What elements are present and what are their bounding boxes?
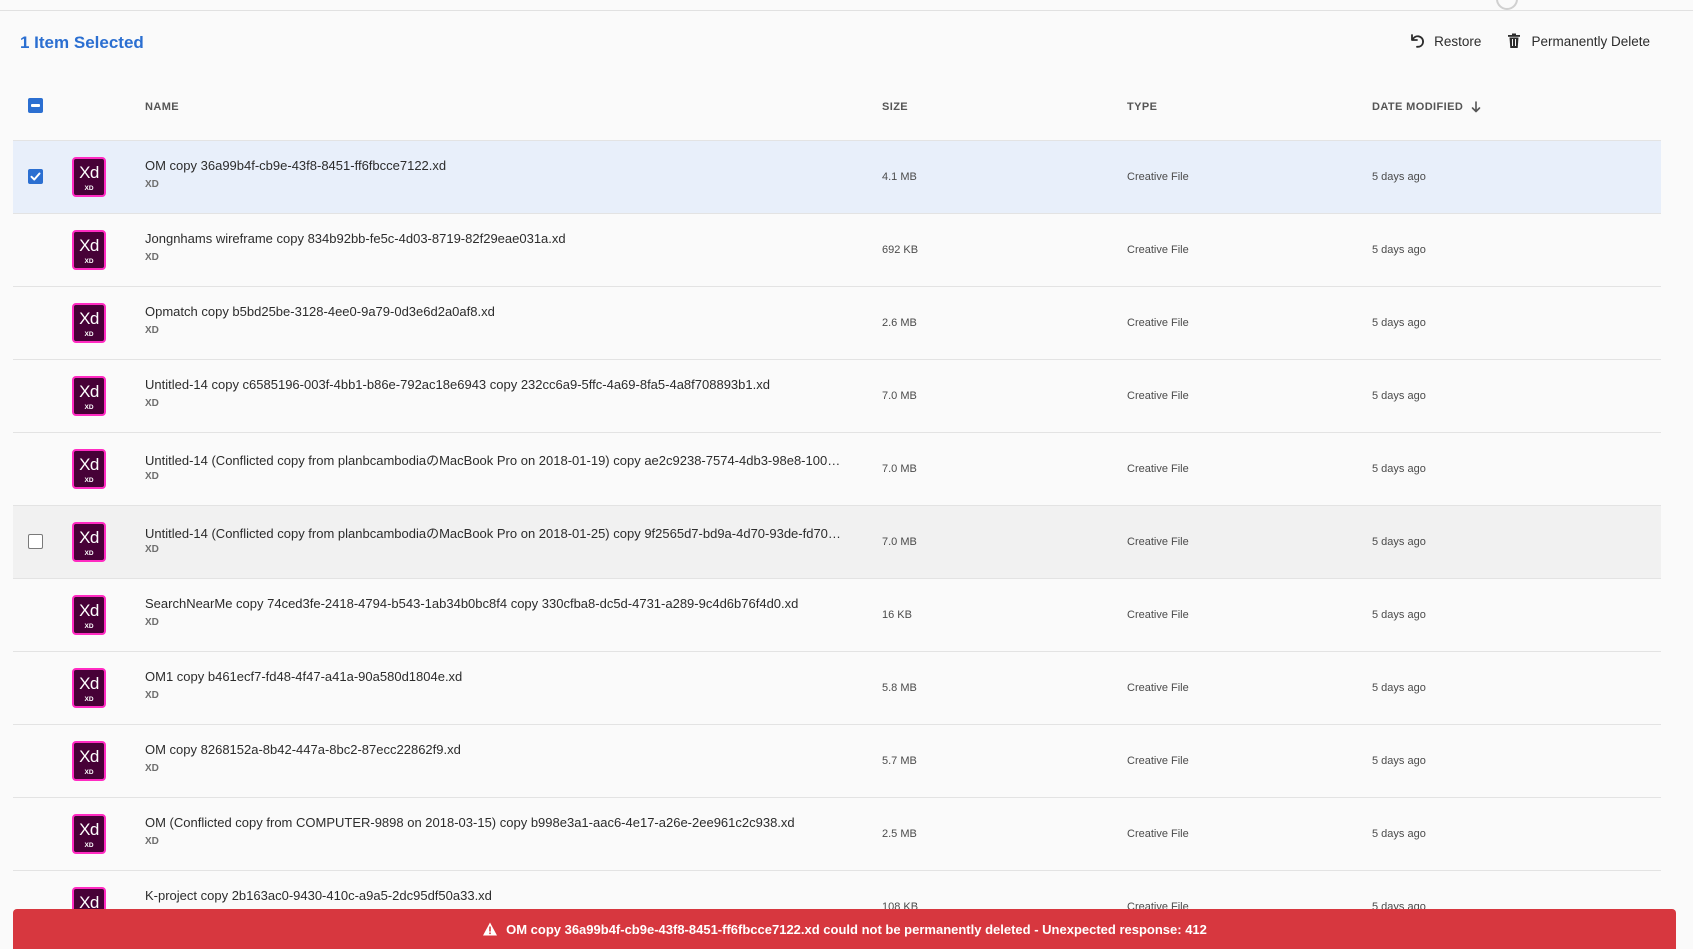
column-header-name[interactable]: NAME: [145, 101, 179, 113]
file-name[interactable]: Jongnhams wireframe copy 834b92bb-fe5c-4…: [145, 231, 566, 246]
table-body: Xd XD OM copy 36a99b4f-cb9e-43f8-8451-ff6f…: [13, 140, 1661, 943]
adobe-xd-icon: XdXD: [72, 522, 106, 562]
files-table: NAME SIZE TYPE DATE MODIFIED Xd XD OM copy…: [13, 84, 1661, 943]
file-size: 2.6 MB: [882, 317, 917, 329]
file-date-modified: 5 days ago: [1372, 755, 1426, 767]
file-size: 7.0 MB: [882, 463, 917, 475]
file-extension: XD: [145, 544, 159, 555]
file-size: 4.1 MB: [882, 171, 917, 183]
file-size: 2.5 MB: [882, 828, 917, 840]
selection-action-bar: 1 Item Selected Restore Permanently Dele…: [20, 30, 1650, 58]
file-date-modified: 5 days ago: [1372, 463, 1426, 475]
error-toast-message: OM copy 36a99b4f-cb9e-43f8-8451-ff6fbcce…: [506, 921, 1207, 937]
adobe-xd-icon: XdXD: [72, 449, 106, 489]
file-name[interactable]: OM1 copy b461ecf7-fd48-4f47-a41a-90a580d…: [145, 669, 462, 684]
table-row[interactable]: Xd XD Opmatch copy b5bd25be-3128-4ee0-9a79…: [13, 286, 1661, 359]
trash-icon: [1508, 33, 1521, 48]
file-type: Creative File: [1127, 463, 1189, 475]
selection-count-title: 1 Item Selected: [20, 33, 144, 52]
error-toast: OM copy 36a99b4f-cb9e-43f8-8451-ff6fbcce…: [13, 909, 1676, 949]
file-size: 7.0 MB: [882, 536, 917, 548]
file-size: 5.8 MB: [882, 682, 917, 694]
file-name[interactable]: OM copy 36a99b4f-cb9e-43f8-8451-ff6fbcce…: [145, 158, 446, 173]
file-date-modified: 5 days ago: [1372, 828, 1426, 840]
file-size: 692 KB: [882, 244, 919, 256]
row-checkbox[interactable]: [28, 534, 43, 549]
bulk-actions: Restore Permanently Delete: [1408, 32, 1650, 50]
file-date-modified: 5 days ago: [1372, 244, 1426, 256]
file-name[interactable]: Untitled-14 (Conflicted copy from planbc…: [145, 450, 845, 469]
avatar[interactable]: [1496, 0, 1518, 10]
file-date-modified: 5 days ago: [1372, 317, 1426, 329]
restore-button[interactable]: Restore: [1408, 32, 1481, 50]
file-type: Creative File: [1127, 536, 1189, 548]
table-row[interactable]: Xd XD Jongnhams wireframe copy 834b92bb-fe…: [13, 213, 1661, 286]
file-extension: XD: [145, 179, 159, 190]
select-all-checkbox[interactable]: [28, 98, 43, 113]
file-name[interactable]: Untitled-14 (Conflicted copy from planbc…: [145, 523, 845, 542]
file-size: 5.7 MB: [882, 755, 917, 767]
file-type: Creative File: [1127, 317, 1189, 329]
table-row[interactable]: Xd XD OM (Conflicted copy from COMPUTER-98…: [13, 797, 1661, 870]
adobe-xd-icon: XdXD: [72, 303, 106, 343]
column-header-date-modified[interactable]: DATE MODIFIED: [1372, 101, 1481, 113]
table-row[interactable]: Xd XD OM copy 8268152a-8b42-447a-8bc2-87ec…: [13, 724, 1661, 797]
file-date-modified: 5 days ago: [1372, 390, 1426, 402]
table-row[interactable]: Xd XD SearchNearMe copy 74ced3fe-2418-4794…: [13, 578, 1661, 651]
file-type: Creative File: [1127, 828, 1189, 840]
file-type: Creative File: [1127, 682, 1189, 694]
file-name[interactable]: OM copy 8268152a-8b42-447a-8bc2-87ecc228…: [145, 742, 461, 757]
adobe-xd-icon: XdXD: [72, 668, 106, 708]
adobe-xd-icon: XdXD: [72, 814, 106, 854]
restore-label: Restore: [1434, 33, 1482, 49]
file-name[interactable]: Untitled-14 copy c6585196-003f-4bb1-b86e…: [145, 377, 770, 392]
adobe-xd-icon: XdXD: [72, 376, 106, 416]
file-extension: XD: [145, 325, 159, 336]
file-type: Creative File: [1127, 244, 1189, 256]
adobe-xd-icon: XdXD: [72, 595, 106, 635]
file-name[interactable]: SearchNearMe copy 74ced3fe-2418-4794-b54…: [145, 596, 798, 611]
file-size: 7.0 MB: [882, 390, 917, 402]
file-name[interactable]: OM (Conflicted copy from COMPUTER-9898 o…: [145, 815, 795, 830]
sort-descending-arrow-icon: [1471, 101, 1481, 113]
file-extension: XD: [145, 252, 159, 263]
file-extension: XD: [145, 690, 159, 701]
file-type: Creative File: [1127, 390, 1189, 402]
file-type: Creative File: [1127, 609, 1189, 621]
table-row[interactable]: Xd XD Untitled-14 (Conflicted copy from pl…: [13, 432, 1661, 505]
undo-icon: [1411, 34, 1425, 48]
file-size: 16 KB: [882, 609, 912, 621]
table-row[interactable]: Xd XD OM copy 36a99b4f-cb9e-43f8-8451-ff6f…: [13, 140, 1661, 213]
adobe-xd-icon: XdXD: [72, 230, 106, 270]
table-row[interactable]: Xd XD OM1 copy b461ecf7-fd48-4f47-a41a-90a…: [13, 651, 1661, 724]
adobe-xd-icon: XdXD: [72, 157, 106, 197]
column-header-size[interactable]: SIZE: [882, 101, 908, 113]
warning-icon: [483, 922, 498, 936]
top-toolbar-edge: [0, 0, 1693, 11]
file-type: Creative File: [1127, 755, 1189, 767]
file-type: Creative File: [1127, 171, 1189, 183]
file-name[interactable]: K-project copy 2b163ac0-9430-410c-a9a5-2…: [145, 888, 492, 903]
table-row[interactable]: Xd XD Untitled-14 (Conflicted copy from pl…: [13, 505, 1661, 578]
file-date-modified: 5 days ago: [1372, 536, 1426, 548]
file-name[interactable]: Opmatch copy b5bd25be-3128-4ee0-9a79-0d3…: [145, 304, 495, 319]
permanently-delete-label: Permanently Delete: [1531, 33, 1650, 49]
column-header-type[interactable]: TYPE: [1127, 101, 1157, 113]
file-extension: XD: [145, 763, 159, 774]
file-extension: XD: [145, 471, 159, 482]
file-extension: XD: [145, 617, 159, 628]
table-header: NAME SIZE TYPE DATE MODIFIED: [13, 84, 1661, 140]
row-checkbox[interactable]: [28, 169, 43, 184]
file-date-modified: 5 days ago: [1372, 682, 1426, 694]
adobe-xd-icon: XdXD: [72, 741, 106, 781]
file-date-modified: 5 days ago: [1372, 171, 1426, 183]
permanently-delete-button[interactable]: Permanently Delete: [1505, 32, 1650, 50]
file-extension: XD: [145, 836, 159, 847]
file-date-modified: 5 days ago: [1372, 609, 1426, 621]
table-row[interactable]: Xd XD Untitled-14 copy c6585196-003f-4bb1-…: [13, 359, 1661, 432]
file-extension: XD: [145, 398, 159, 409]
